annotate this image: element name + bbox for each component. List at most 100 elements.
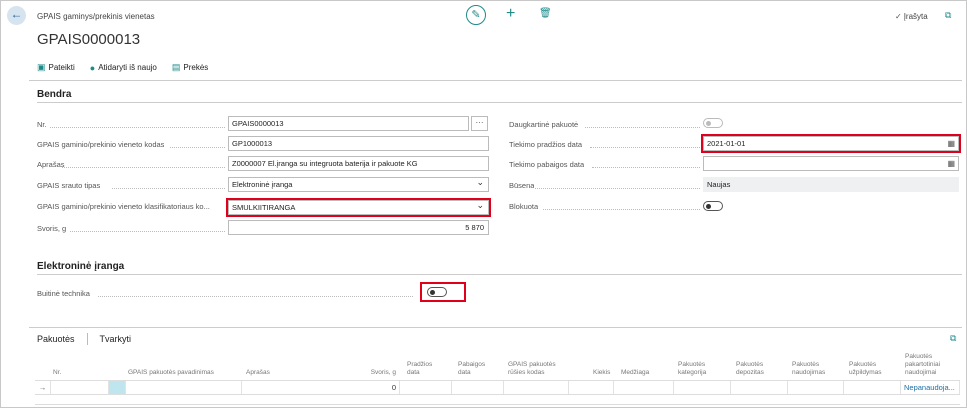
col-header: Pradžios data (407, 361, 433, 376)
table-cell-category[interactable] (674, 381, 731, 394)
col-header: Nr. (53, 369, 62, 376)
highlight-box (226, 198, 491, 217)
packaging-header: Pakuotės Tvarkyti (29, 330, 962, 347)
col-header: Pakuotės depozitas (736, 361, 764, 376)
grid-line (35, 394, 960, 395)
code-field[interactable]: GP1000013 (228, 136, 489, 151)
submit-icon: ▣ (37, 62, 46, 72)
saved-label: Įrašyta (903, 12, 928, 21)
blocked-toggle[interactable] (703, 201, 723, 211)
household-label: Buitinė technika (37, 289, 90, 298)
col-header: Medžiaga (621, 369, 650, 376)
highlight-box (701, 134, 961, 153)
col-header: Pakuotės užpildymas (849, 361, 882, 376)
no-lookup-button[interactable]: ··· (471, 116, 488, 131)
open-list-button[interactable]: ⧉ (950, 333, 956, 344)
items-button[interactable]: ▤ Prekės (172, 62, 208, 73)
col-header: Pakuotės pakartotiniai naudojimai (905, 353, 941, 376)
status-label: Būsena (509, 181, 535, 190)
expand-icon: ⧉ (945, 10, 952, 20)
plus-icon: + (506, 5, 516, 22)
reusable-label: Daugkartinė pakuotė (509, 120, 579, 129)
tab-separator (86, 332, 88, 345)
items-icon: ▤ (171, 62, 181, 72)
submit-button[interactable]: ▣ Pateikti (37, 62, 75, 73)
col-header: Svoris, g (370, 369, 396, 376)
table-cell-end[interactable] (452, 381, 504, 394)
table-cell-type[interactable] (504, 381, 569, 394)
reopen-icon: ● (89, 62, 96, 73)
start-date-label: Tiekimo pradžios data (509, 140, 583, 149)
tab-manage[interactable]: Tvarkyti (100, 334, 132, 344)
col-header: Pakuotės naudojimas (792, 361, 826, 376)
grid-line (35, 404, 960, 405)
dots (592, 167, 700, 168)
blocked-label: Blokuota (509, 202, 539, 211)
delete-button[interactable]: 🗑 (539, 8, 552, 19)
desc-field[interactable]: Z0000007 El.įranga su integruota baterij… (228, 156, 489, 171)
table-cell-usage[interactable] (788, 381, 844, 394)
col-header: Aprašas (246, 369, 270, 376)
no-field[interactable]: GPAIS0000013 (228, 116, 469, 131)
expand-button[interactable]: ⧉ (945, 10, 951, 21)
weight-label: Svoris, g (37, 224, 67, 233)
flow-select[interactable]: Elektroninė įranga (228, 177, 489, 192)
reopen-label: Atidaryti iš naujo (98, 63, 157, 72)
table-cell-qty[interactable] (569, 381, 614, 394)
status-field: Naujas (703, 177, 959, 192)
class-label: GPAIS gaminio/prekinio vieneto klasifika… (37, 202, 210, 211)
table-cell-reuse[interactable]: Nepanaudoja... (901, 381, 960, 394)
divider (29, 327, 962, 328)
dots (70, 231, 225, 232)
dots (590, 147, 700, 148)
dots (98, 296, 413, 297)
no-label: Nr. (37, 120, 47, 129)
divider (37, 102, 962, 103)
dots (535, 188, 700, 189)
expand-list-icon: ⧉ (950, 333, 957, 343)
breadcrumb: GPAIS gaminys/prekinis vienetas (37, 12, 155, 21)
table-cell-weight[interactable]: 0 (242, 381, 400, 394)
flow-label: GPAIS srauto tipas (37, 181, 101, 190)
desc-label: Aprašas (37, 160, 65, 169)
table-cell-lookup[interactable] (109, 381, 126, 394)
table-cell-deposit[interactable] (731, 381, 788, 394)
table-cell-start[interactable] (400, 381, 452, 394)
dots (585, 127, 700, 128)
edit-button[interactable]: ✎ (466, 5, 486, 25)
tab-packaging[interactable]: Pakuotės (37, 334, 75, 344)
back-button[interactable]: ← (7, 6, 26, 25)
end-date-field[interactable]: ▦ (703, 156, 959, 171)
col-header: Kiekis (593, 369, 611, 376)
code-label: GPAIS gaminio/prekinio vieneto kodas (37, 140, 165, 149)
calendar-icon[interactable]: ▦ (947, 157, 955, 170)
saved-status: ✓ Įrašyta (895, 12, 928, 21)
end-date-label: Tiekimo pabaigos data (509, 160, 585, 169)
divider (29, 80, 962, 81)
add-button[interactable]: + (506, 5, 515, 23)
col-header: Pabaigos data (458, 361, 486, 376)
table-cell-no[interactable] (51, 381, 109, 394)
col-header: GPAIS pakuotės pavadinimas (128, 369, 214, 376)
reusable-toggle[interactable] (703, 118, 723, 128)
section-title-general: Bendra (37, 89, 72, 100)
dots (170, 147, 225, 148)
page-title: GPAIS0000013 (37, 31, 141, 48)
arrow-left-icon: ← (10, 7, 23, 21)
pencil-icon: ✎ (471, 9, 481, 21)
section-title-electronic: Elektroninė įranga (37, 261, 125, 272)
table-cell-material[interactable] (614, 381, 674, 394)
table-cell-name[interactable] (126, 381, 242, 394)
reopen-button[interactable]: ● Atidaryti iš naujo (90, 63, 157, 73)
submit-label: Pateikti (48, 63, 75, 72)
dots (112, 188, 225, 189)
dots (62, 167, 225, 168)
row-indicator: → (35, 381, 51, 394)
highlight-box (420, 282, 466, 302)
col-header: GPAIS pakuotės rūšies kodas (508, 361, 556, 376)
dots (543, 209, 700, 210)
trash-icon: 🗑 (539, 8, 552, 19)
divider (37, 274, 962, 275)
table-cell-fill[interactable] (844, 381, 901, 394)
weight-field[interactable]: 5 870 (228, 220, 489, 235)
